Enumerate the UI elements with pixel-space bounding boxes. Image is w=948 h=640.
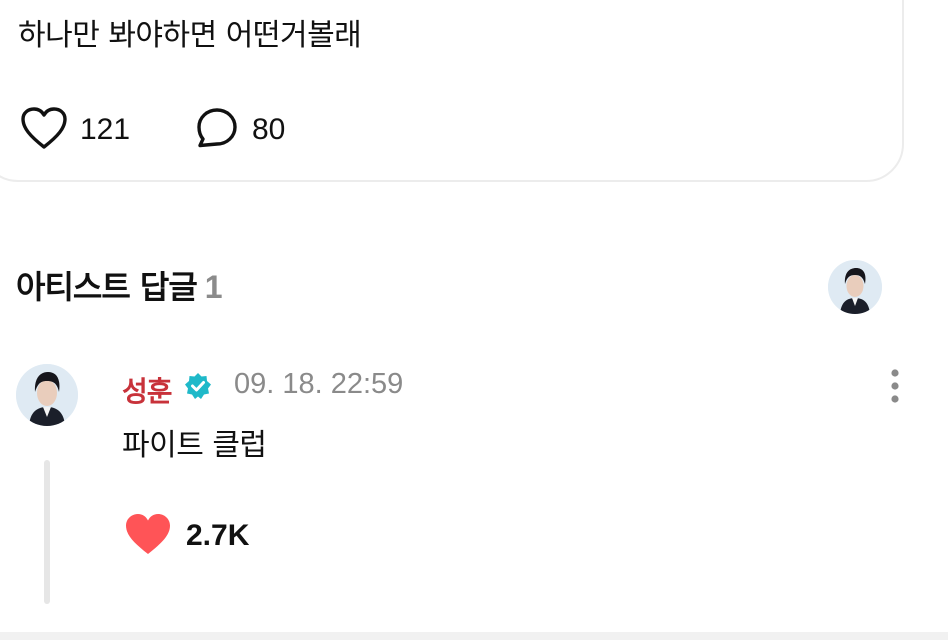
heart-outline-icon (20, 106, 68, 154)
verified-badge-icon (184, 372, 212, 404)
post-like-button[interactable]: 121 (20, 106, 130, 154)
post-text: 하나만 봐야하면 어떤거볼래 (18, 18, 362, 53)
post-like-count: 121 (80, 113, 131, 146)
reply-like-count: 2.7K (186, 519, 250, 552)
thread-line (44, 460, 50, 604)
more-options-button[interactable] (880, 366, 910, 406)
post-comment-button[interactable]: 80 (194, 106, 285, 154)
comment-bubble-icon (194, 106, 240, 154)
artist-replies-header: 아티스트 답글 1 (16, 262, 223, 308)
reply-timestamp: 09. 18. 22:59 (234, 368, 404, 400)
artist-replies-title: 아티스트 답글 (16, 268, 198, 306)
reply-like-button[interactable]: 2.7K (124, 512, 249, 560)
section-divider (0, 632, 948, 640)
more-vertical-icon (880, 369, 910, 410)
reply-author-avatar[interactable] (16, 364, 78, 426)
reply-author-name[interactable]: 성훈 (122, 370, 173, 410)
post-card: 하나만 봐야하면 어떤거볼래 121 80 (0, 0, 904, 182)
artist-replies-count: 1 (204, 269, 223, 305)
post-comment-count: 80 (252, 113, 286, 146)
reply-text: 파이트 클럽 (122, 428, 267, 463)
artist-avatar[interactable] (828, 260, 882, 314)
heart-filled-icon (124, 512, 172, 560)
